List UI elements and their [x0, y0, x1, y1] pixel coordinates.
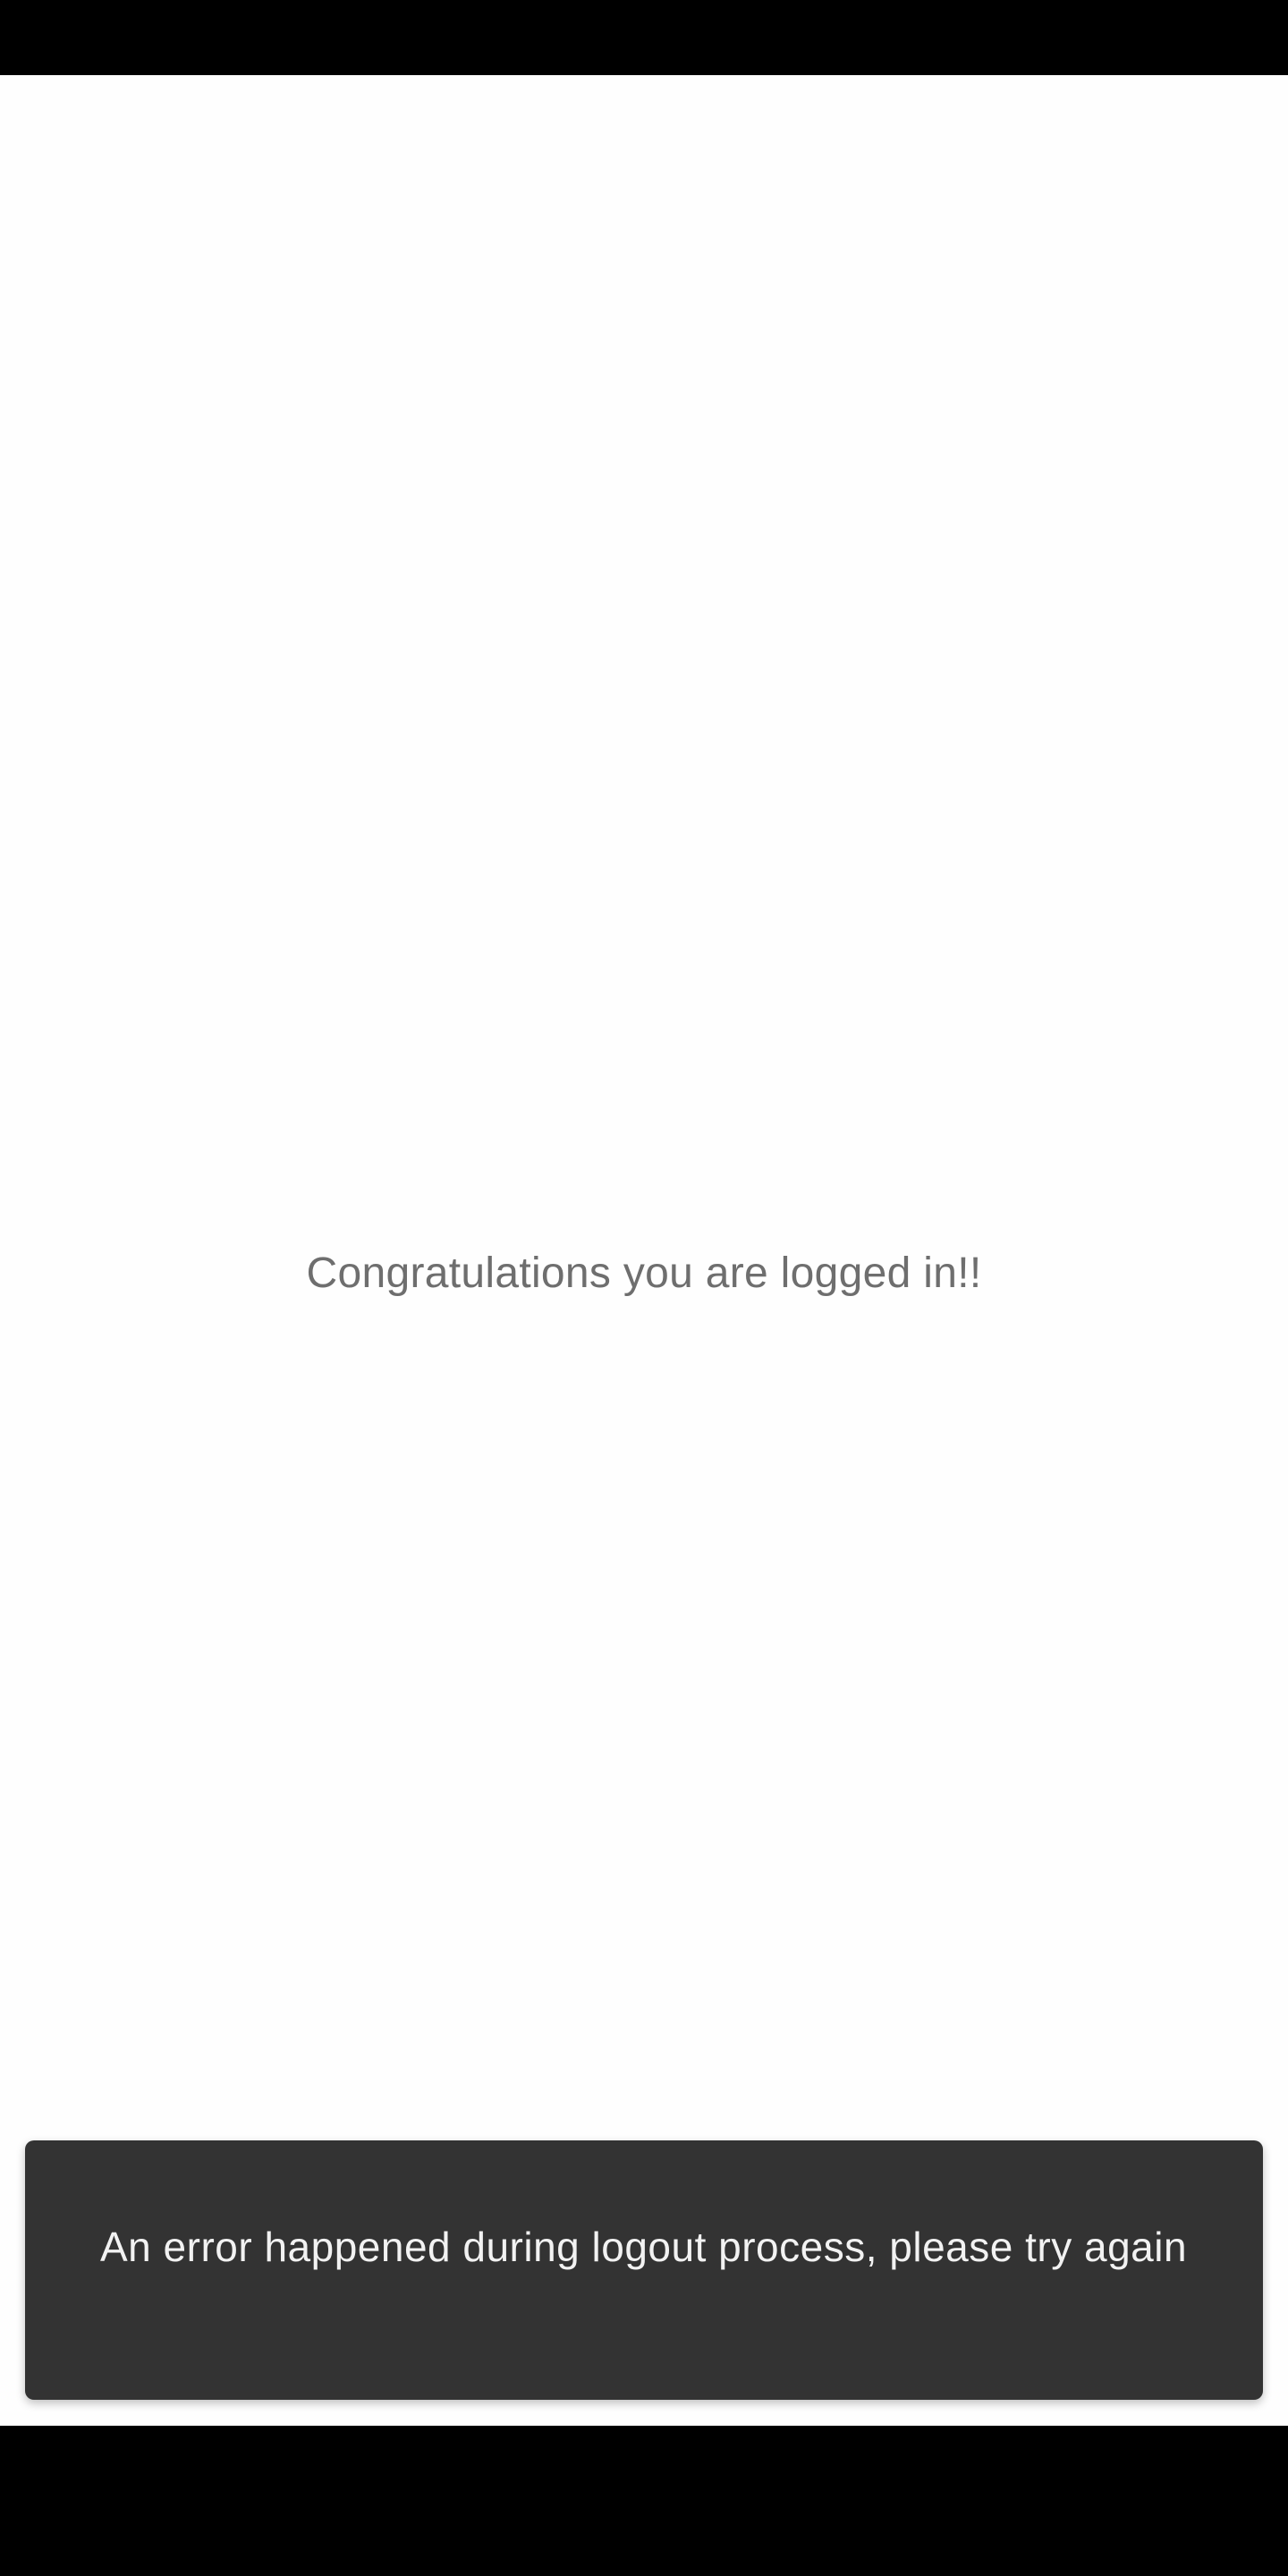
status-bar — [0, 0, 1288, 75]
navigation-bar — [0, 2426, 1288, 2576]
snackbar-message: An error happened during logout process,… — [100, 2224, 1188, 2270]
app-screen: Congratulations you are logged in!! An e… — [0, 0, 1288, 2576]
logged-in-message: Congratulations you are logged in!! — [306, 1250, 982, 1297]
error-snackbar: An error happened during logout process,… — [25, 2140, 1263, 2400]
main-content: Congratulations you are logged in!! — [0, 75, 1288, 2426]
